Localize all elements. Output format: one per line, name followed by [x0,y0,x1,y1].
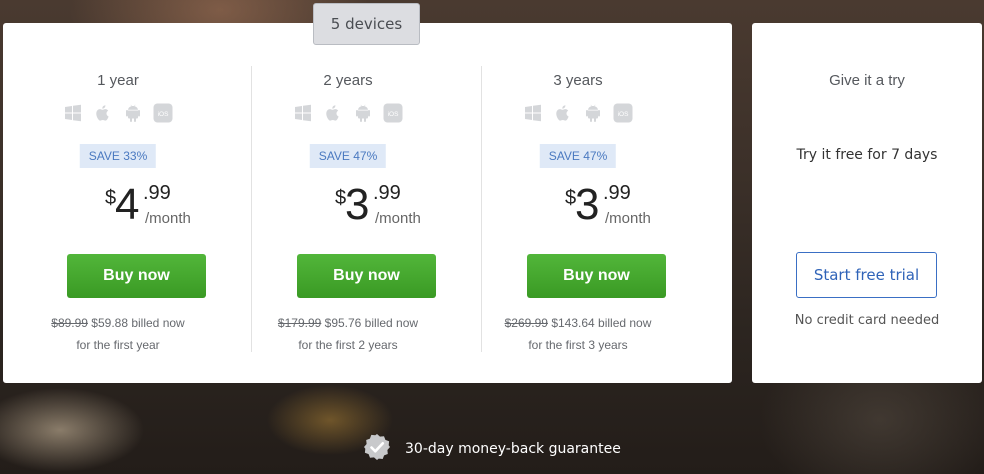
svg-text:iOS: iOS [618,111,630,118]
billed-note: for the first year [76,338,160,352]
price-decimal: .99 [603,182,631,204]
windows-icon [63,103,83,123]
plan-2-years: 2 years iOS SAVE 47% $ 3 .99 /month Buy … [233,23,463,383]
price-integer: 3 [575,180,600,229]
apple-icon [323,103,343,123]
billed-now: $143.64 billed now [547,316,652,330]
price-period: /month [145,210,191,227]
price: $ 3 .99 /month [463,180,693,235]
devices-tab[interactable]: 5 devices [313,3,420,45]
save-badge: SAVE 33% [79,144,157,168]
buy-now-button[interactable]: Buy now [67,254,206,298]
old-price: $89.99 [51,316,88,330]
price-decimal: .99 [373,182,401,204]
apple-icon [93,103,113,123]
price-integer: 4 [115,180,140,229]
verified-badge-icon [363,433,391,465]
trial-subtitle: Try it free for 7 days [796,147,938,163]
trial-title: Give it a try [829,72,905,89]
windows-icon [523,103,543,123]
android-icon [353,103,373,123]
ios-icon: iOS [153,103,173,123]
billing-info: $269.99 $143.64 billed now for the first… [463,312,693,356]
windows-icon [293,103,313,123]
platform-icons: iOS [233,103,463,123]
billed-note: for the first 3 years [528,338,628,352]
billed-now: $59.88 billed now [87,316,185,330]
svg-text:iOS: iOS [388,111,400,118]
billed-note: for the first 2 years [298,338,398,352]
save-badge: SAVE 47% [309,144,387,168]
price-decimal: .99 [143,182,171,204]
price: $ 4 .99 /month [3,180,233,235]
trial-note: No credit card needed [794,313,940,328]
android-icon [583,103,603,123]
plan-3-years: 3 years iOS SAVE 47% $ 3 .99 /month Buy … [463,23,693,383]
billed-now: $95.76 billed now [321,316,419,330]
ios-icon: iOS [613,103,633,123]
plan-title: 1 year [97,72,139,89]
free-trial-card: Give it a try Try it free for 7 days Sta… [752,23,982,383]
save-badge: SAVE 47% [539,144,617,168]
buy-now-button[interactable]: Buy now [527,254,666,298]
android-icon [123,103,143,123]
price: $ 3 .99 /month [233,180,463,235]
billing-info: $89.99 $59.88 billed now for the first y… [3,312,233,356]
plan-1-year: 1 year iOS SAVE 33% $ 4 .99 /month Buy n… [3,23,233,383]
ios-icon: iOS [383,103,403,123]
apple-icon [553,103,573,123]
billing-info: $179.99 $95.76 billed now for the first … [233,312,463,356]
plan-title: 2 years [323,72,373,89]
price-integer: 3 [345,180,370,229]
price-period: /month [605,210,651,227]
price-period: /month [375,210,421,227]
money-back-guarantee: 30-day money-back guarantee [363,434,621,464]
platform-icons: iOS [3,103,233,123]
old-price: $179.99 [277,316,322,330]
svg-text:iOS: iOS [158,111,170,118]
buy-now-button[interactable]: Buy now [297,254,436,298]
platform-icons: iOS [463,103,693,123]
guarantee-text: 30-day money-back guarantee [405,441,621,457]
start-free-trial-button[interactable]: Start free trial [796,252,937,298]
old-price: $269.99 [504,316,548,330]
plan-title: 3 years [553,72,603,89]
pricing-card: 1 year iOS SAVE 33% $ 4 .99 /month Buy n… [3,23,732,383]
